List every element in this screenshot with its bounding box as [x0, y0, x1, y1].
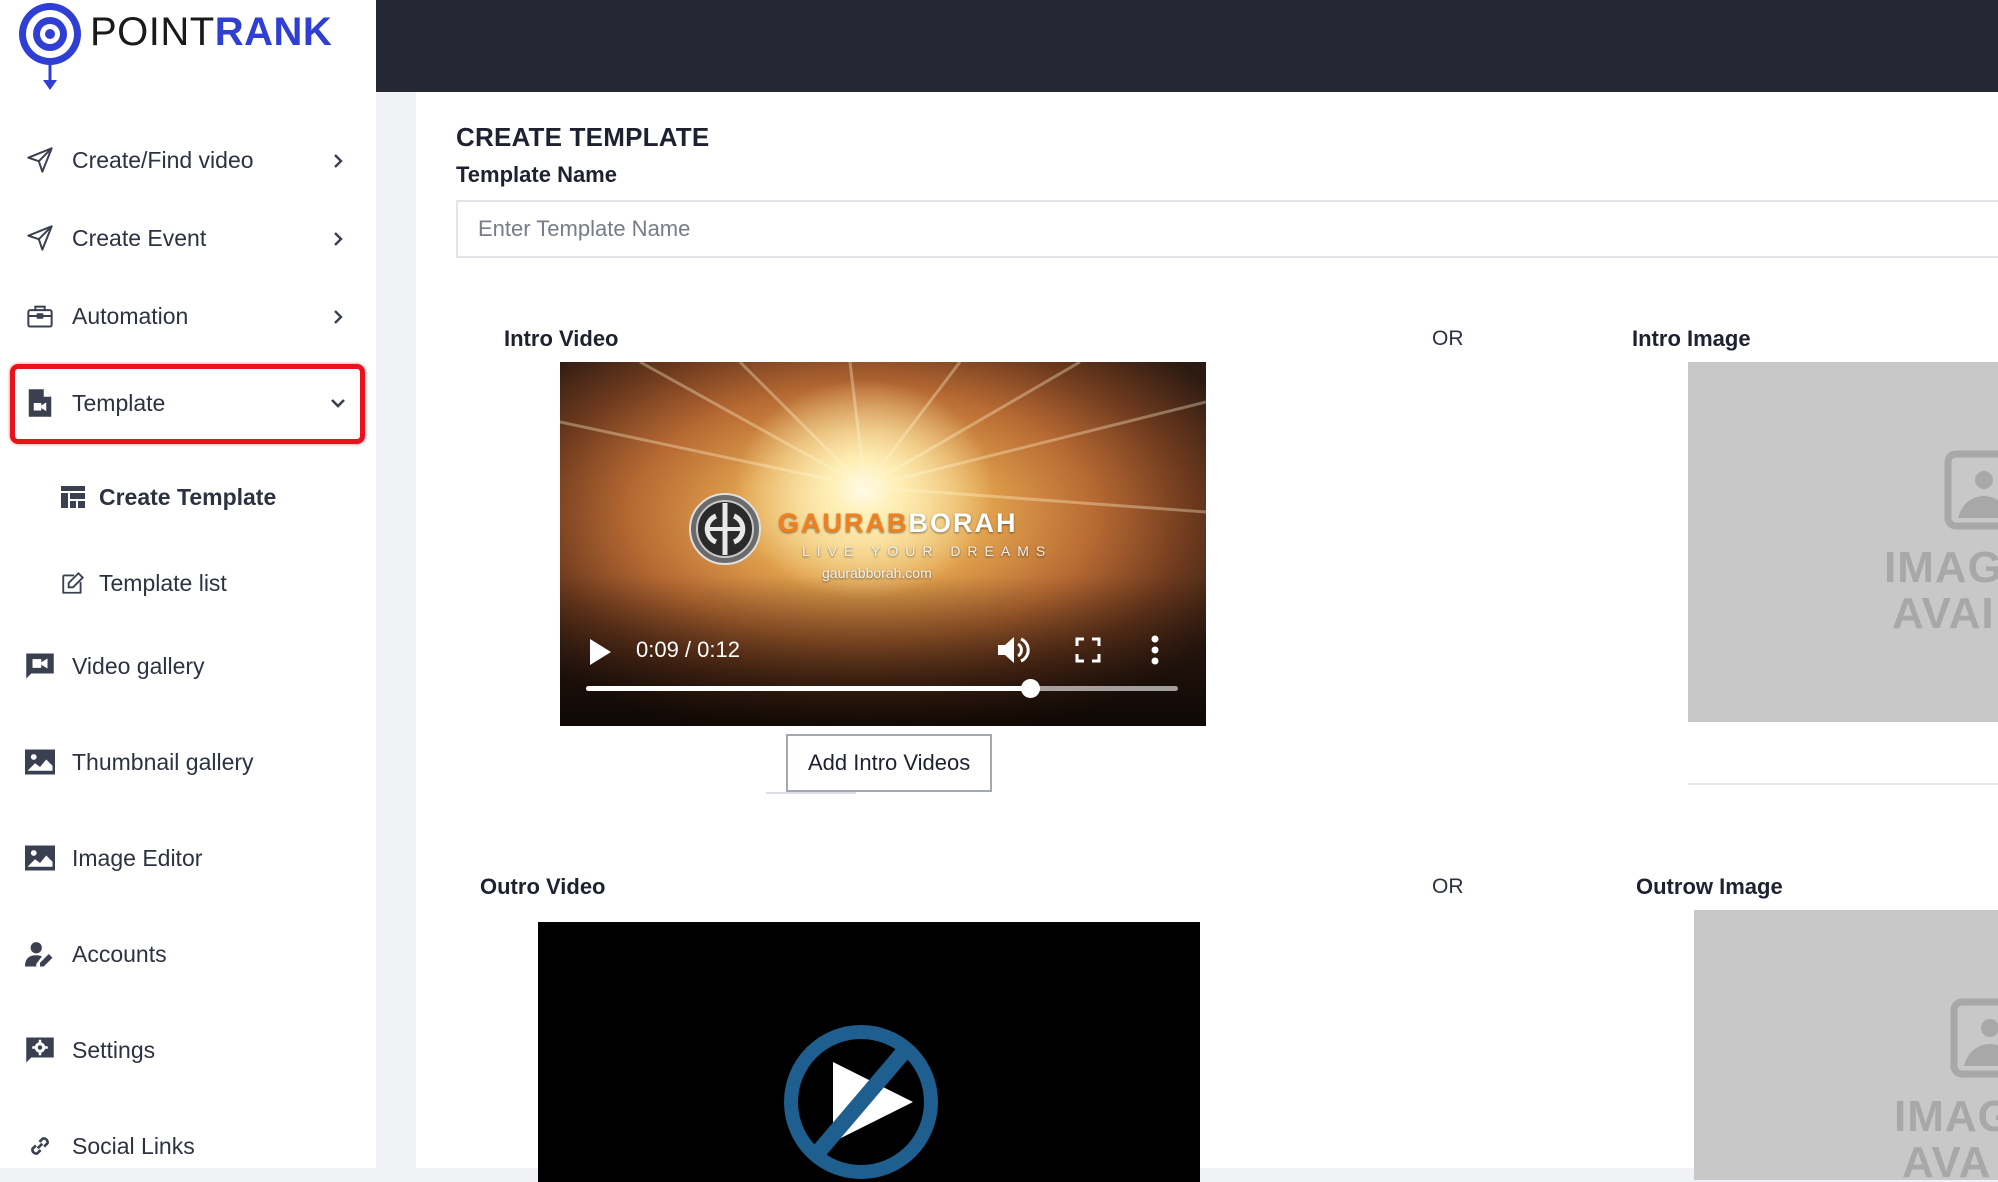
- sidebar-item-create-event[interactable]: Create Event: [0, 208, 376, 268]
- video-brand-tagline: LIVE YOUR DREAMS: [802, 543, 1053, 559]
- top-navbar: [376, 0, 1998, 92]
- video-progress-fill: [586, 686, 1030, 691]
- sidebar-subitem-label: Template list: [99, 569, 227, 596]
- sidebar-item-label: Template: [72, 389, 166, 416]
- outro-image-label: Outrow Image: [1636, 874, 1783, 899]
- briefcase-icon: [24, 300, 56, 332]
- sidebar-item-label: Accounts: [72, 940, 167, 967]
- sidebar-item-template[interactable]: Template: [0, 373, 376, 433]
- sidebar-item-label: Thumbnail gallery: [72, 748, 254, 775]
- send-icon: [24, 222, 56, 254]
- video-brand-title: GAURABBORAH: [778, 508, 1018, 538]
- logo-pin-icon: [19, 3, 81, 90]
- sidebar-item-label: Social Links: [72, 1132, 195, 1159]
- outro-image-placeholder[interactable]: IMAG AVA: [1694, 910, 1998, 1180]
- intro-image-label: Intro Image: [1632, 326, 1751, 351]
- gaurabborah-emblem-icon: [689, 493, 761, 565]
- send-icon: [24, 144, 56, 176]
- chevron-right-icon: [334, 154, 343, 168]
- video-progress-knob[interactable]: [1021, 679, 1040, 698]
- sidebar-item-label: Settings: [72, 1036, 156, 1063]
- sidebar-item-label: Automation: [72, 302, 189, 329]
- sidebar-item-thumbnail-gallery[interactable]: Thumbnail gallery: [0, 732, 376, 792]
- chevron-right-icon: [334, 310, 343, 324]
- template-name-input[interactable]: [456, 200, 1998, 258]
- video-camera-icon: [24, 650, 56, 682]
- intro-image-divider: [1688, 783, 1998, 785]
- sidebar-item-social-links[interactable]: Social Links: [0, 1116, 376, 1168]
- play-icon[interactable]: [588, 638, 612, 666]
- sidebar-item-settings[interactable]: Settings: [0, 1020, 376, 1080]
- video-unavailable-icon: [784, 1025, 938, 1179]
- create-template-card: CREATE TEMPLATE Template Name Intro Vide…: [416, 92, 1998, 1182]
- file-video-icon: [24, 387, 56, 419]
- logo-wordmark: POINTRANK: [90, 10, 333, 54]
- template-name-label: Template Name: [456, 162, 617, 187]
- sidebar-item-video-gallery[interactable]: Video gallery: [0, 636, 376, 696]
- image-placeholder-icon: [1950, 998, 1998, 1078]
- chevron-down-icon: [331, 399, 345, 408]
- intro-video-player[interactable]: GAURABBORAH LIVE YOUR DREAMS gaurabborah…: [560, 362, 1206, 726]
- outro-video-player[interactable]: [538, 922, 1200, 1182]
- sidebar-subitem-create-template[interactable]: Create Template: [0, 469, 376, 525]
- user-edit-icon: [24, 938, 56, 970]
- image-icon: [24, 746, 56, 778]
- sidebar-subitem-template-list[interactable]: Template list: [0, 555, 376, 611]
- sidebar: POINTRANK Create/Find video Create Event…: [0, 0, 376, 1168]
- more-options-icon[interactable]: [1150, 634, 1160, 666]
- outro-video-label: Outro Video: [480, 874, 606, 899]
- video-progress-bar[interactable]: [586, 679, 1178, 698]
- sidebar-subitem-label: Create Template: [99, 483, 277, 510]
- video-brand-url: gaurabborah.com: [822, 565, 932, 581]
- sidebar-item-automation[interactable]: Automation: [0, 286, 376, 346]
- sidebar-item-image-editor[interactable]: Image Editor: [0, 828, 376, 888]
- image-placeholder-icon: [1944, 450, 1998, 530]
- button-divider: [766, 792, 856, 794]
- image-not-available-text: IMAG AVAI: [1884, 543, 1998, 638]
- sidebar-item-create-find-video[interactable]: Create/Find video: [0, 130, 376, 190]
- chevron-right-icon: [334, 232, 343, 246]
- pointrank-logo[interactable]: POINTRANK: [14, 0, 354, 95]
- outro-or-label: OR: [1432, 875, 1464, 898]
- sidebar-item-accounts[interactable]: Accounts: [0, 924, 376, 984]
- dashboard-icon: [58, 482, 88, 512]
- page-title: CREATE TEMPLATE: [456, 122, 710, 152]
- sidebar-item-label: Create/Find video: [72, 146, 254, 173]
- image-not-available-text: IMAG AVA: [1894, 1092, 1998, 1181]
- image-icon: [24, 842, 56, 874]
- add-intro-videos-button[interactable]: Add Intro Videos: [786, 734, 993, 792]
- settings-icon: [24, 1034, 56, 1066]
- video-time-display: 0:09 / 0:12: [636, 637, 740, 662]
- fullscreen-icon[interactable]: [1074, 636, 1102, 664]
- intro-video-label: Intro Video: [504, 326, 619, 351]
- intro-or-label: OR: [1432, 327, 1464, 350]
- sidebar-item-label: Create Event: [72, 224, 207, 251]
- volume-icon[interactable]: [994, 632, 1030, 668]
- intro-image-placeholder[interactable]: IMAG AVAI: [1688, 362, 1998, 722]
- sidebar-item-label: Video gallery: [72, 652, 205, 679]
- sidebar-item-label: Image Editor: [72, 844, 203, 871]
- edit-icon: [58, 568, 88, 598]
- link-icon: [24, 1130, 56, 1162]
